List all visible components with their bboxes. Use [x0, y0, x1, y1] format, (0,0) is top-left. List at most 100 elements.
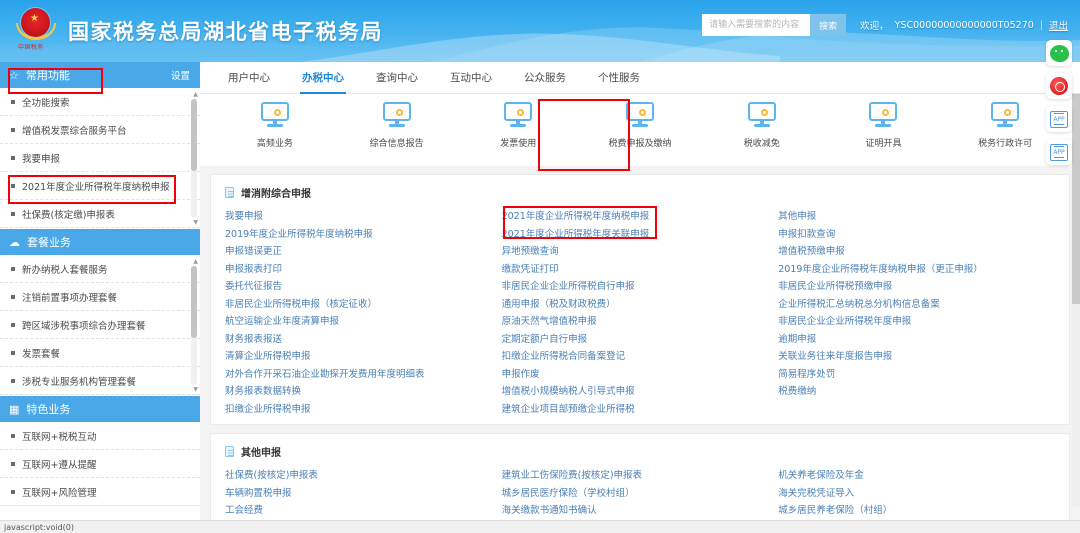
quick-icon-tax-declaration-payment[interactable]: 税费申报及缴纳 — [579, 102, 701, 166]
sidebar-scrollbar[interactable] — [191, 266, 197, 385]
service-link[interactable]: 财务报表数据转换 — [225, 383, 502, 401]
service-link[interactable]: 简易程序处罚 — [778, 366, 1055, 384]
service-link[interactable]: 申报报表打印 — [225, 261, 502, 279]
document-icon — [225, 446, 234, 457]
monitor-icon — [382, 102, 411, 127]
service-link[interactable]: 申报作废 — [502, 366, 779, 384]
scroll-up-arrow-icon[interactable]: ▲ — [193, 258, 198, 265]
service-link[interactable]: 海关缴款书通知书确认 — [502, 502, 779, 520]
service-link[interactable]: 城乡居民医疗保险（学校村组） — [502, 485, 779, 503]
tab-user-center[interactable]: 用户中心 — [212, 62, 286, 94]
service-link[interactable]: 我要申报 — [225, 208, 502, 226]
scroll-down-arrow-icon[interactable]: ▼ — [193, 386, 198, 393]
service-link[interactable]: 税费缴纳 — [778, 383, 1055, 401]
service-link[interactable]: 城乡居民养老保险（村组） — [778, 502, 1055, 520]
sidebar-group-header-favorites[interactable]: ☆ 常用功能 设置 — [0, 62, 200, 88]
tab-personal-service[interactable]: 个性服务 — [582, 62, 656, 94]
tab-public-service[interactable]: 公众服务 — [508, 62, 582, 94]
sidebar-item-1[interactable]: 注销前置事项办理套餐 — [0, 283, 200, 311]
quick-icon-invoice-use[interactable]: 发票使用 — [457, 102, 579, 166]
service-link[interactable]: 扣缴企业所得税合同备案登记 — [502, 348, 779, 366]
monitor-icon — [504, 102, 533, 127]
wechat-button[interactable] — [1046, 40, 1072, 66]
service-link[interactable]: 非居民企业企业所得税年度申报 — [778, 313, 1055, 331]
sidebar-list-favorites: 全功能搜索 增值税发票综合服务平台 我要申报 2021年度企业所得税年度纳税申报… — [0, 88, 200, 229]
search-button[interactable]: 搜索 — [810, 14, 847, 36]
sidebar-item-3[interactable]: 2021年度企业所得税年度纳税申报 — [0, 172, 200, 200]
service-link[interactable]: 海关完税凭证导入 — [778, 485, 1055, 503]
service-link[interactable]: 原油天然气增值税申报 — [502, 313, 779, 331]
service-link[interactable]: 申报错误更正 — [225, 243, 502, 261]
service-link[interactable]: 缴款凭证打印 — [502, 261, 779, 279]
quick-icon-certificate-issue[interactable]: 证明开具 — [823, 102, 945, 166]
quick-icon-tax-reduction[interactable]: 税收减免 — [701, 102, 823, 166]
service-link[interactable]: 非居民企业所得税申报（核定征收） — [225, 296, 502, 314]
scroll-up-arrow-icon[interactable]: ▲ — [193, 91, 198, 98]
quick-icon-comprehensive-report[interactable]: 综合信息报告 — [336, 102, 458, 166]
service-link[interactable]: 非居民企业所得税预缴申报 — [778, 278, 1055, 296]
page-root: ★ 中国税务 国家税务总局湖北省电子税务局 搜索 欢迎， YSC00000000… — [0, 0, 1080, 533]
service-link[interactable]: 关联业务往来年度报告申报 — [778, 348, 1055, 366]
tab-interaction-center[interactable]: 互动中心 — [434, 62, 508, 94]
service-link[interactable]: 定期定额户自行申报 — [502, 331, 779, 349]
service-link[interactable]: 通用申报（税及财政税费） — [502, 296, 779, 314]
tab-query-center[interactable]: 查询中心 — [360, 62, 434, 94]
service-link[interactable]: 财务报表报送 — [225, 331, 502, 349]
service-link[interactable]: 其他申报 — [778, 208, 1055, 226]
sidebar-item-0[interactable]: 新办纳税人套餐服务 — [0, 255, 200, 283]
welcome-label: 欢迎， — [860, 21, 889, 32]
service-link-2021-annual-tax-declaration[interactable]: 2021年度企业所得税年度纳税申报 — [502, 208, 779, 226]
service-link-2021-annual-related-declaration[interactable]: 2021年度企业所得税年度关联申报 — [502, 226, 779, 244]
service-link[interactable]: 清算企业所得税申报 — [225, 348, 502, 366]
tab-label: 公众服务 — [524, 72, 566, 84]
service-link[interactable]: 2019年度企业所得税年度纳税申报（更正申报） — [778, 261, 1055, 279]
sidebar-item-1[interactable]: 增值税发票综合服务平台 — [0, 116, 200, 144]
service-link[interactable]: 委托代征报告 — [225, 278, 502, 296]
app-qrcode-button[interactable]: APP — [1046, 139, 1072, 165]
service-link[interactable]: 异地预缴查询 — [502, 243, 779, 261]
sidebar-item-label: 涉税专业服务机构管理套餐 — [22, 376, 137, 388]
sidebar-item-0[interactable]: 互联网+税税互动 — [0, 422, 200, 450]
logout-link[interactable]: 退出 — [1049, 18, 1068, 32]
scroll-down-arrow-icon[interactable]: ▼ — [193, 219, 198, 226]
service-link[interactable]: 增值税预缴申报 — [778, 243, 1055, 261]
package-icon: ☁ — [9, 235, 20, 249]
sidebar-item-0[interactable]: 全功能搜索 — [0, 88, 200, 116]
sidebar-group-header-packages[interactable]: ☁ 套餐业务 — [0, 229, 200, 255]
sidebar-item-1[interactable]: 互联网+遵从提醒 — [0, 450, 200, 478]
tab-tax-handling-center[interactable]: 办税中心 — [286, 62, 360, 94]
service-link[interactable]: 建筑企业项目部预缴企业所得税 — [502, 401, 779, 419]
sidebar-item-4[interactable]: 涉税专业服务机构管理套餐 — [0, 367, 200, 395]
service-link[interactable]: 扣缴企业所得税申报 — [225, 401, 502, 419]
service-link[interactable]: 车辆购置税申报 — [225, 485, 502, 503]
sidebar-item-2[interactable]: 互联网+风险管理 — [0, 478, 200, 506]
quick-icon-label: 证明开具 — [865, 139, 902, 149]
service-link[interactable]: 申报扣款查询 — [778, 226, 1055, 244]
sidebar-item-2[interactable]: 跨区域涉税事项综合办理套餐 — [0, 311, 200, 339]
sidebar-scrollbar[interactable] — [191, 99, 197, 218]
service-link[interactable]: 航空运输企业年度清算申报 — [225, 313, 502, 331]
service-link[interactable]: 工会经费 — [225, 502, 502, 520]
service-link[interactable]: 社保费(按核定)申报表 — [225, 467, 502, 485]
sidebar-item-3[interactable]: 发票套餐 — [0, 339, 200, 367]
search-input[interactable] — [702, 14, 811, 36]
service-link[interactable]: 非居民企业企业所得税自行申报 — [502, 278, 779, 296]
hotline-button[interactable] — [1046, 73, 1072, 99]
sidebar-item-2[interactable]: 我要申报 — [0, 144, 200, 172]
service-link[interactable]: 增值税小规模纳税人引导式申报 — [502, 383, 779, 401]
sidebar-settings-link[interactable]: 设置 — [171, 68, 190, 82]
service-link[interactable]: 机关养老保险及年金 — [778, 467, 1055, 485]
service-link[interactable]: 企业所得税汇总纳税总分机构信息备案 — [778, 296, 1055, 314]
app-download-button[interactable]: APP — [1046, 106, 1072, 132]
sidebar-item-4[interactable]: 社保费(核定缴)申报表 — [0, 200, 200, 228]
section-column-1: 我要申报 2019年度企业所得税年度纳税申报 申报错误更正 申报报表打印 委托代… — [225, 208, 502, 418]
service-link[interactable]: 逾期申报 — [778, 331, 1055, 349]
monitor-icon — [869, 102, 898, 127]
quick-icon-label: 高频业务 — [256, 139, 293, 149]
sidebar-group-header-featured[interactable]: ▦ 特色业务 — [0, 396, 200, 422]
quick-icon-high-frequency[interactable]: 高频业务 — [214, 102, 336, 166]
user-id: YSC00000000000000T05270 — [894, 19, 1034, 31]
service-link[interactable]: 对外合作开采石油企业勘探开发费用年度明细表 — [225, 366, 502, 384]
service-link[interactable]: 建筑业工伤保险费(按核定)申报表 — [502, 467, 779, 485]
service-link[interactable]: 2019年度企业所得税年度纳税申报 — [225, 226, 502, 244]
